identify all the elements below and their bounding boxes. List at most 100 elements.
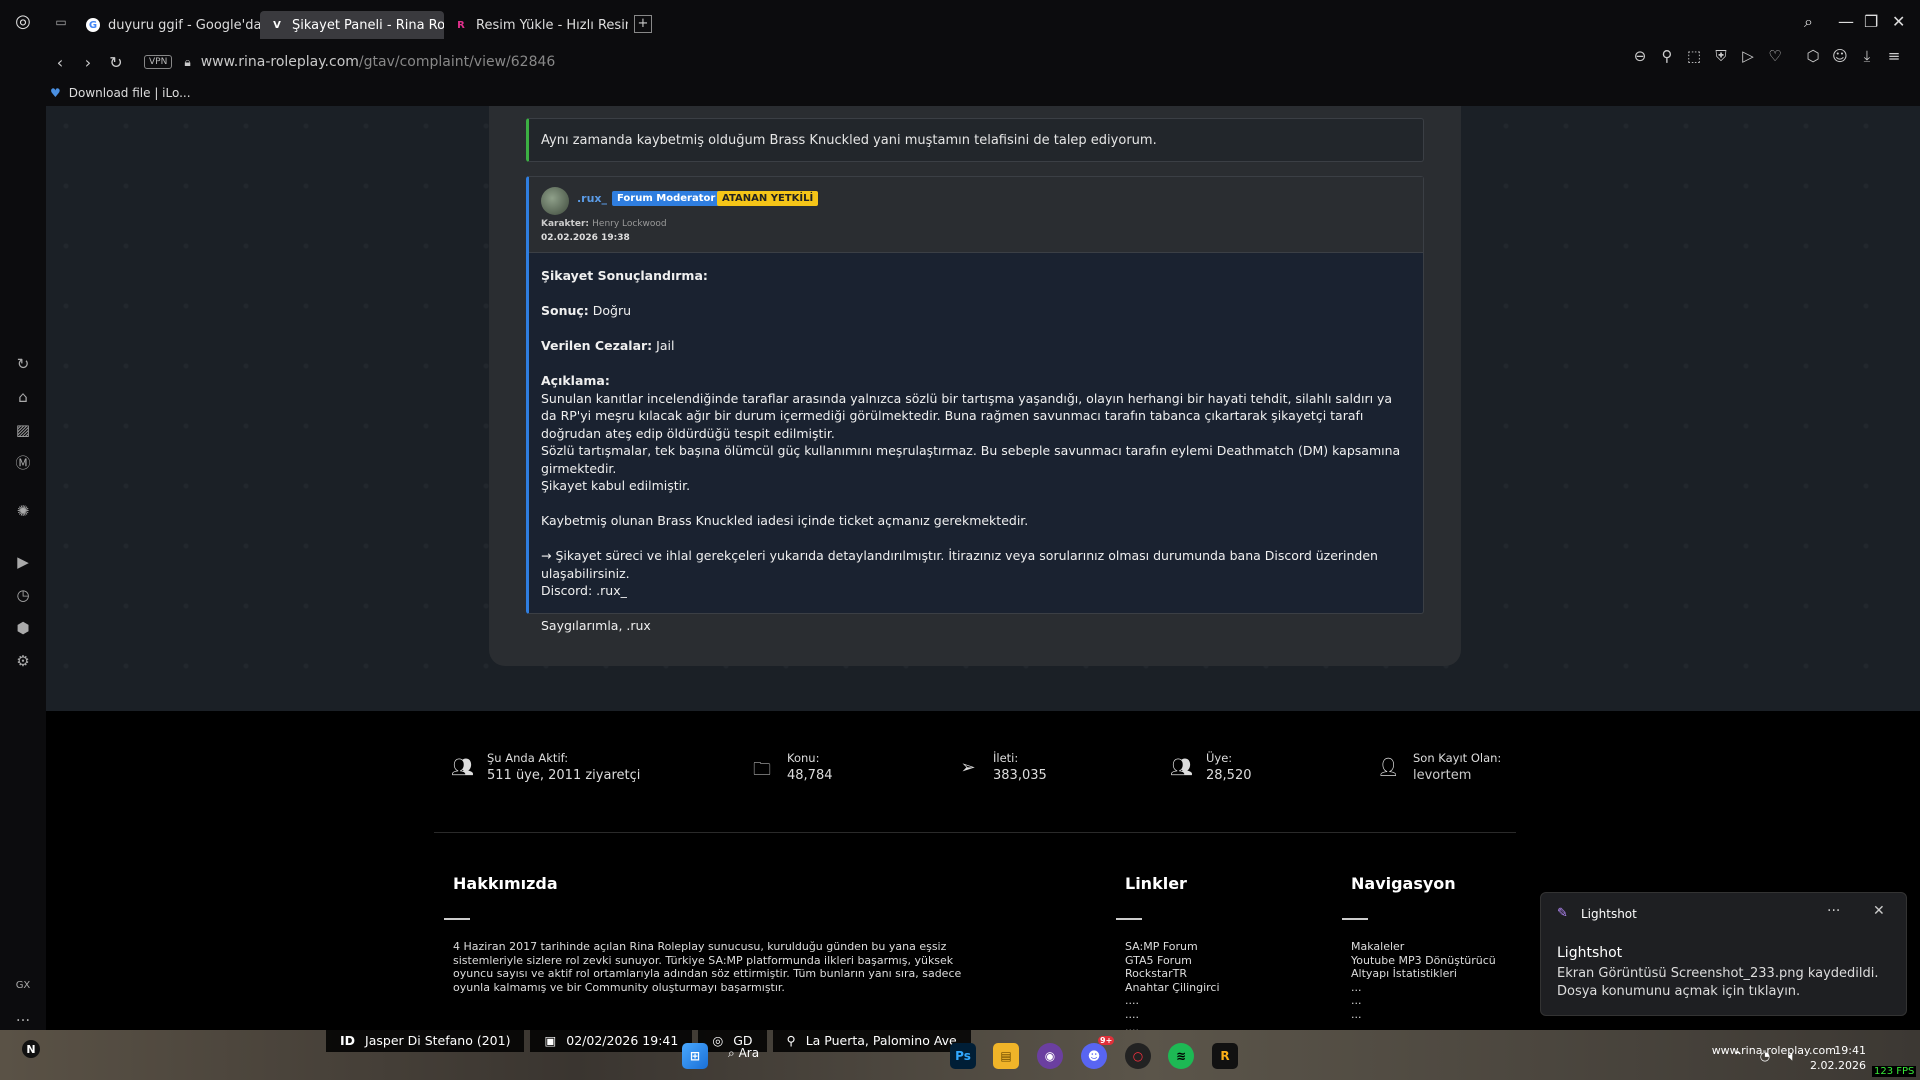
rockstar-launcher-icon[interactable]: R — [1212, 1043, 1238, 1069]
users-icon: 👥︎ — [451, 757, 474, 778]
nav-link-youtube-mp3[interactable]: Youtube MP3 Dönüştürücü — [1351, 954, 1496, 968]
history-icon[interactable]: ◷ — [13, 585, 33, 605]
tor-browser-icon[interactable]: ◉ — [1037, 1043, 1063, 1069]
opera-gx-logo-icon[interactable]: ◎ — [0, 11, 46, 32]
hud-location: ⚲ La Puerta, Palomino Ave — [772, 1028, 971, 1052]
latest-member-link[interactable]: levortem — [1413, 768, 1501, 783]
nav-link-placeholder[interactable]: ... — [1351, 981, 1496, 995]
url-field[interactable]: www.rina-roleplay.com/gtav/complaint/vie… — [201, 54, 556, 70]
stat-value: 383,035 — [993, 768, 1047, 783]
footer-link-placeholder[interactable]: .... — [1125, 1008, 1220, 1022]
links-underline — [1116, 918, 1142, 920]
windows-start-icon[interactable]: ⊞ — [682, 1043, 708, 1069]
extensions-sidebar-icon[interactable]: ⬢ — [13, 618, 33, 638]
gx-label[interactable]: GX — [13, 976, 33, 996]
search-tabs-icon[interactable]: ⌕ — [1804, 12, 1813, 32]
shield-icon[interactable]: ⛨ — [1710, 47, 1732, 65]
bot-icon[interactable]: ⌂ — [13, 387, 33, 407]
tab-label: Resim Yükle - Hızlı Resim — [476, 17, 628, 33]
nav-link-altyapi[interactable]: Altyapı İstatistikleri — [1351, 967, 1496, 981]
hud-id-label: ID — [340, 1032, 356, 1048]
snapshot-icon[interactable]: ⬚ — [1683, 47, 1705, 65]
reply-body: Şikayet Sonuçlandırma: Sonuç: Doğru Veri… — [529, 253, 1423, 666]
heart-icon[interactable]: ♡ — [1764, 47, 1786, 65]
photoshop-icon[interactable]: Ps — [950, 1043, 976, 1069]
game-hud: ID Jasper Di Stefano (201) ▣ 02/02/2026 19… — [326, 1028, 971, 1052]
minimize-icon[interactable]: — — [1838, 12, 1854, 31]
close-window-icon[interactable]: ✕ — [1892, 12, 1905, 31]
footer-divider — [434, 832, 1516, 833]
play-icon[interactable]: ▷ — [1737, 47, 1759, 65]
send-icon: ➢ — [960, 757, 976, 778]
twitch-icon[interactable]: ▨ — [13, 420, 33, 440]
about-text: 4 Haziran 2017 tarihinde açılan Rina Rol… — [453, 940, 962, 994]
more-icon[interactable]: ... — [13, 1006, 33, 1026]
opera-gx-taskbar-icon[interactable]: ○ — [1125, 1043, 1151, 1069]
browser-sidebar: ↻ ⌂ ▨ Ⓜ ✺ ▶ ◷ ⬢ ⚙ GX ... — [0, 106, 46, 1030]
nav-link-placeholder[interactable]: ... — [1351, 1008, 1496, 1022]
spotify-icon[interactable]: ≋ — [1168, 1043, 1194, 1069]
folder-icon: 🗀 — [753, 759, 771, 780]
lightshot-notification[interactable]: ✎ Lightshot ··· ✕ Lightshot Ekran Görünt… — [1540, 892, 1907, 1016]
new-tab-icon[interactable]: + — [634, 14, 652, 33]
stat-value: 28,520 — [1206, 768, 1252, 783]
character-label: Karakter: — [541, 219, 589, 229]
tab-menu-icon[interactable]: ▭ — [46, 15, 76, 29]
file-explorer-icon[interactable]: ▤ — [993, 1043, 1019, 1069]
zoom-icon[interactable]: ⊖ — [1629, 47, 1651, 65]
google-favicon-icon: G — [86, 18, 100, 32]
footer-link-anahtar-cilingirci[interactable]: Anahtar Çilingirci — [1125, 981, 1220, 995]
footer-link-gta5-forum[interactable]: GTA5 Forum — [1125, 954, 1220, 968]
extensions-icon[interactable]: ⬡ — [1802, 47, 1824, 65]
close-icon[interactable]: ✕ — [1873, 903, 1885, 919]
profile-icon[interactable]: ☺ — [1829, 47, 1851, 65]
settings-icon[interactable]: ⚙ — [13, 651, 33, 671]
stat-members: 👥︎ Üye: 28,520 — [1170, 751, 1252, 783]
nav-link-makaleler[interactable]: Makaleler — [1351, 940, 1496, 954]
footer-link-samp-forum[interactable]: SA:MP Forum — [1125, 940, 1220, 954]
location-pin-icon: ⚲ — [786, 1032, 796, 1048]
aciklama-label: Açıklama: — [541, 373, 610, 388]
reply-date: 02.02.2026 19:38 — [541, 233, 630, 243]
back-icon[interactable]: ‹ — [46, 53, 74, 72]
discord-icon[interactable]: ☻ 9+ — [1081, 1036, 1115, 1069]
player-icon[interactable]: ▶ — [13, 552, 33, 572]
footer-link-placeholder[interactable]: .... — [1125, 994, 1220, 1008]
taskbar-search[interactable]: ⌕ Ara — [728, 1046, 759, 1061]
tab-google[interactable]: G duyuru ggif - Google'da Ar — [76, 11, 260, 39]
refresh-sidebar-icon[interactable]: ↻ — [13, 354, 33, 374]
restore-icon[interactable]: ❐ — [1864, 12, 1878, 31]
bookmark-download-file[interactable]: Download file | iLo... — [69, 86, 191, 100]
vpn-badge[interactable]: VPN — [144, 55, 173, 69]
previous-message: Aynı zamanda kaybetmiş olduğum Brass Knu… — [526, 118, 1424, 162]
menu-icon[interactable]: ≡ — [1883, 47, 1905, 65]
compass-icon: ◎ — [712, 1032, 724, 1048]
reload-icon[interactable]: ↻ — [102, 53, 130, 72]
stat-active: 👥︎ Şu Anda Aktif: 511 üye, 2011 ziyaretçi — [451, 751, 640, 783]
taskbar-clock[interactable]: www.rina-roleplay.com 19:41 2.02.2026 — [1712, 1043, 1866, 1073]
clock-date: 2.02.2026 — [1810, 1059, 1866, 1072]
links-list: SA:MP Forum GTA5 Forum RockstarTR Anahta… — [1125, 940, 1220, 1030]
lock-icon[interactable]: 🔒︎ — [184, 55, 190, 70]
more-options-icon[interactable]: ··· — [1827, 903, 1840, 919]
avatar[interactable] — [541, 187, 569, 215]
bookmarks-bar: ♥ Download file | iLo... — [0, 79, 1920, 106]
ceza-value: Jail — [656, 338, 675, 353]
footer-link-placeholder[interactable]: .... — [1125, 1021, 1220, 1030]
tab-sikayet-paneli[interactable]: V Şikayet Paneli - Rina Rolep — [260, 11, 444, 39]
pin-icon[interactable]: ⚲ — [1656, 47, 1678, 65]
nav-link-placeholder[interactable]: ... — [1351, 994, 1496, 1008]
username[interactable]: .rux_ — [577, 192, 607, 205]
n-app-icon[interactable]: N — [22, 1040, 40, 1058]
tab-resim-yukle[interactable]: R Resim Yükle - Hızlı Resim — [444, 11, 628, 39]
hud-player: ID Jasper Di Stefano (201) — [326, 1028, 525, 1052]
toast-app-name: Lightshot — [1581, 907, 1637, 921]
chatgpt-icon[interactable]: ✺ — [13, 501, 33, 521]
ceza-label: Verilen Cezalar: — [541, 338, 653, 353]
stat-topics: 🗀 Konu: 48,784 — [751, 751, 833, 783]
messenger-icon[interactable]: Ⓜ — [13, 453, 33, 473]
about-underline — [444, 918, 470, 920]
forward-icon[interactable]: › — [74, 53, 102, 72]
footer-link-rockstartr[interactable]: RockstarTR — [1125, 967, 1220, 981]
download-icon[interactable]: ⤓ — [1856, 47, 1878, 65]
